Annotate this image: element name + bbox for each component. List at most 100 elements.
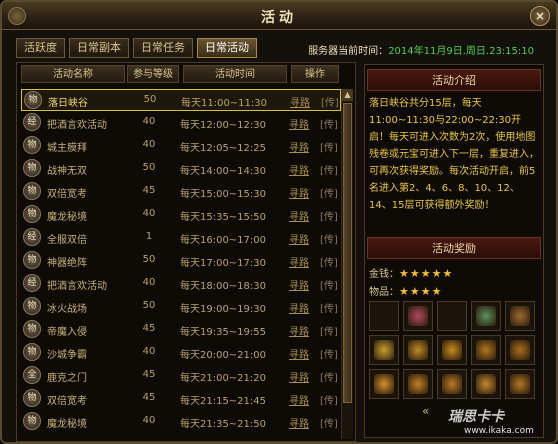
activity-name: 魔龙秘境 <box>47 419 87 430</box>
server-time-value: 2014年11月9日.周日.23:15:10 <box>388 46 534 57</box>
scroll-up-icon[interactable]: ▲ <box>342 89 353 101</box>
close-button[interactable]: × <box>530 6 550 26</box>
pathfind-link[interactable]: 寻路 <box>289 277 309 292</box>
teleport-link[interactable]: [传] <box>320 185 338 200</box>
ring-icon <box>374 374 394 394</box>
table-row[interactable]: 物落日峡谷 50 每天11:00~11:30 寻路 [传] <box>21 89 341 111</box>
table-row[interactable]: 物魔龙秘境 40 每天15:35~15:50 寻路 [传] <box>21 204 341 226</box>
table-row[interactable]: 物沙城争霸 40 每天20:00~21:00 寻路 [传] <box>21 342 341 364</box>
teleport-link[interactable]: [传] <box>320 346 338 361</box>
pathfind-link[interactable]: 寻路 <box>290 94 310 109</box>
activity-time: 每天12:05~12:25 <box>179 143 266 154</box>
reward-slot[interactable] <box>505 369 535 399</box>
teleport-link[interactable]: [传] <box>320 208 338 223</box>
activity-time: 每天11:00~11:30 <box>180 98 267 109</box>
reward-slot[interactable] <box>471 301 501 331</box>
activity-name: 落日峡谷 <box>48 98 88 109</box>
scrollbar[interactable]: ▲ <box>341 89 353 439</box>
armor-icon <box>476 340 496 360</box>
reward-slot[interactable] <box>437 369 467 399</box>
tab-3[interactable]: 日常活动 <box>197 38 257 58</box>
pathfind-link[interactable]: 寻路 <box>289 369 309 384</box>
necklace-icon <box>408 374 428 394</box>
table-row[interactable]: 经全服双倍 1 每天16:00~17:00 寻路 [传] <box>21 227 341 249</box>
activity-type-icon: 物 <box>23 297 41 315</box>
reward-slot[interactable] <box>403 335 433 365</box>
tab-2[interactable]: 日常任务 <box>133 38 193 58</box>
reward-slot[interactable] <box>369 335 399 365</box>
teleport-link[interactable]: [传] <box>320 415 338 430</box>
table-row[interactable]: 物冰火战场 50 每天19:00~19:30 寻路 [传] <box>21 296 341 318</box>
scroll-thumb[interactable] <box>343 103 352 403</box>
teleport-link[interactable]: [传] <box>320 139 338 154</box>
table-row[interactable]: 物神器绝阵 50 每天17:00~17:30 寻路 [传] <box>21 250 341 272</box>
title-bar[interactable]: 活动 × <box>2 2 556 30</box>
intro-text: 落日峡谷共分15层，每天11:00~11:30与22:00~22:30开启！每天… <box>369 98 539 211</box>
table-row[interactable]: 物双倍宽考 45 每天21:15~21:45 寻路 [传] <box>21 388 341 410</box>
table-row[interactable]: 物城主膜拜 40 每天12:05~12:25 寻路 [传] <box>21 135 341 157</box>
teleport-link[interactable]: [传] <box>320 369 338 384</box>
pathfind-link[interactable]: 寻路 <box>289 346 309 361</box>
activity-type-icon: 经 <box>23 228 41 246</box>
reward-slot[interactable] <box>403 301 433 331</box>
table-row[interactable]: 经把酒言欢活动 40 每天18:00~18:30 寻路 [传] <box>21 273 341 295</box>
pathfind-link[interactable]: 寻路 <box>289 392 309 407</box>
armor-icon <box>442 340 462 360</box>
pathfind-link[interactable]: 寻路 <box>289 185 309 200</box>
activity-time: 每天12:00~12:30 <box>179 120 266 131</box>
reward-slot[interactable] <box>505 335 535 365</box>
reward-slot[interactable] <box>369 369 399 399</box>
pathfind-link[interactable]: 寻路 <box>289 300 309 315</box>
table-row[interactable]: 经把酒言欢活动 40 每天12:00~12:30 寻路 [传] <box>21 112 341 134</box>
collapse-arrows-icon[interactable]: « <box>422 404 429 418</box>
reward-slot[interactable] <box>471 335 501 365</box>
teleport-link[interactable]: [传] <box>320 162 338 177</box>
teleport-link[interactable]: [传] <box>320 231 338 246</box>
tab-0[interactable]: 活跃度 <box>16 38 65 58</box>
table-row[interactable]: 物战神无双 50 每天14:00~14:30 寻路 [传] <box>21 158 341 180</box>
reward-slot[interactable] <box>505 301 535 331</box>
table-row[interactable]: 物魔龙秘境 40 每天21:35~21:50 寻路 [传] <box>21 411 341 433</box>
reward-slot[interactable] <box>403 369 433 399</box>
reward-slot[interactable] <box>437 301 467 331</box>
teleport-link[interactable]: [传] <box>321 94 339 109</box>
table-row[interactable]: 物双倍宽考 45 每天15:00~15:30 寻路 [传] <box>21 181 341 203</box>
activity-type-icon: 经 <box>23 274 41 292</box>
activity-name: 冰火战场 <box>47 304 87 315</box>
reward-slot[interactable] <box>437 335 467 365</box>
teleport-link[interactable]: [传] <box>320 392 338 407</box>
table-row[interactable]: 全鹿克之门 45 每天21:00~21:20 寻路 [传] <box>21 365 341 387</box>
activity-level: 50 <box>142 254 156 265</box>
pathfind-link[interactable]: 寻路 <box>289 139 309 154</box>
pathfind-link[interactable]: 寻路 <box>289 323 309 338</box>
pathfind-link[interactable]: 寻路 <box>289 254 309 269</box>
table-row[interactable]: 物帝魔入侵 45 每天19:35~19:55 寻路 [传] <box>21 319 341 341</box>
activity-window: 活动 × 活跃度 日常副本 日常任务 日常活动 服务器当前时间：2014年11月9日.… <box>0 0 558 444</box>
activity-name: 城主膜拜 <box>47 143 87 154</box>
teleport-link[interactable]: [传] <box>320 323 338 338</box>
reward-slot[interactable] <box>471 369 501 399</box>
activity-level: 45 <box>142 185 156 196</box>
reward-slot[interactable] <box>369 301 399 331</box>
activity-time: 每天18:00~18:30 <box>179 281 266 292</box>
star-icon: ★ <box>409 285 420 298</box>
table-header: 活动名称 参与等级 活动时间 操作 <box>17 63 355 85</box>
sword-icon <box>476 306 496 326</box>
activity-time: 每天21:15~21:45 <box>179 396 266 407</box>
teleport-link[interactable]: [传] <box>320 277 338 292</box>
teleport-link[interactable]: [传] <box>320 116 338 131</box>
teleport-link[interactable]: [传] <box>320 300 338 315</box>
activity-time: 每天17:00~17:30 <box>179 258 266 269</box>
activity-type-icon: 物 <box>23 159 41 177</box>
pathfind-link[interactable]: 寻路 <box>289 415 309 430</box>
activity-name: 双倍宽考 <box>47 189 87 200</box>
activity-level: 45 <box>142 323 156 334</box>
tab-bar: 活跃度 日常副本 日常任务 日常活动 <box>16 38 261 58</box>
activity-type-icon: 物 <box>23 251 41 269</box>
teleport-link[interactable]: [传] <box>320 254 338 269</box>
tab-1[interactable]: 日常副本 <box>69 38 129 58</box>
pathfind-link[interactable]: 寻路 <box>289 116 309 131</box>
pathfind-link[interactable]: 寻路 <box>289 162 309 177</box>
pathfind-link[interactable]: 寻路 <box>289 208 309 223</box>
pathfind-link[interactable]: 寻路 <box>289 231 309 246</box>
